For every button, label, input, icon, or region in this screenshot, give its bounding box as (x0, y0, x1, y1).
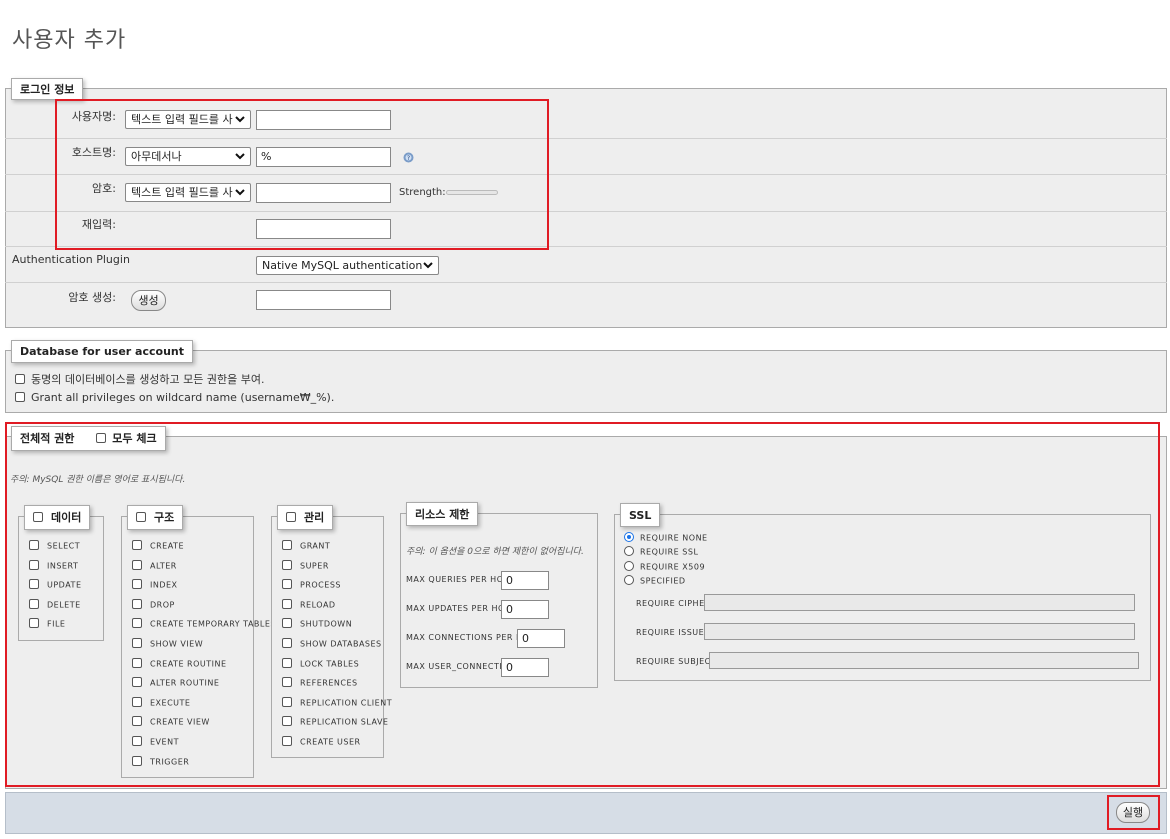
auth-plugin-label: Authentication Plugin (12, 253, 130, 266)
highlight-box (1107, 795, 1160, 830)
page-title: 사용자 추가 (12, 28, 127, 53)
highlight-box (55, 99, 549, 250)
grant-wildcard-option[interactable]: Grant all privileges on wildcard name (u… (15, 391, 334, 404)
database-legend: Database for user account (11, 340, 194, 363)
option-label: 동명의 데이터베이스를 생성하고 모든 권한을 부여. (31, 373, 265, 386)
footer-bar (5, 792, 1167, 834)
generated-password-input[interactable] (256, 290, 391, 310)
generate-password-button[interactable]: 생성 (131, 290, 166, 311)
chevron-down-icon (423, 262, 433, 269)
highlight-box (5, 422, 1160, 787)
divider (5, 282, 1167, 283)
auth-plugin-select[interactable]: Native MySQL authentication (256, 256, 439, 275)
option-label: Grant all privileges on wildcard name (u… (31, 391, 335, 404)
checkbox[interactable] (15, 374, 25, 384)
checkbox[interactable] (15, 392, 25, 402)
generate-password-label: 암호 생성: (68, 291, 116, 304)
login-info-legend: 로그인 정보 (11, 78, 84, 100)
create-db-same-name-option[interactable]: 동명의 데이터베이스를 생성하고 모든 권한을 부여. (15, 371, 265, 387)
auth-plugin-select-value: Native MySQL authentication (262, 259, 423, 272)
